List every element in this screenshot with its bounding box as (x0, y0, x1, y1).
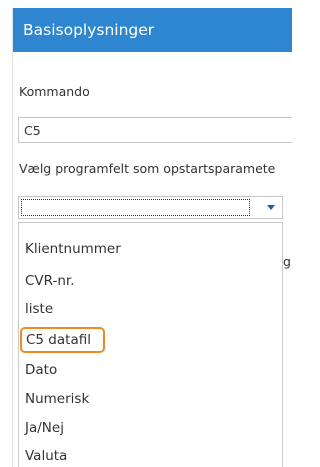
option-c5-datafil[interactable]: C5 datafil (20, 327, 105, 353)
option-liste[interactable]: liste (25, 301, 53, 317)
option-klientnummer[interactable]: Klientnummer (25, 241, 121, 257)
startup-parameter-label: Vælg programfelt som opstartsparamete (19, 161, 276, 176)
background-partial-text: gr (283, 254, 292, 269)
dropdown-options-list: Klientnummer CVR-nr. liste C5 datafil Da… (18, 222, 283, 467)
command-input[interactable] (18, 117, 292, 143)
startup-parameter-dropdown[interactable] (18, 196, 283, 219)
option-dato[interactable]: Dato (25, 362, 57, 378)
dropdown-focus-box (21, 199, 250, 216)
option-numerisk[interactable]: Numerisk (25, 391, 89, 407)
basic-info-panel: Basisoplysninger Kommando Vælg programfe… (12, 8, 292, 467)
panel-title: Basisoplysninger (13, 8, 292, 52)
command-label: Kommando (19, 84, 90, 99)
option-cvr-nr[interactable]: CVR-nr. (25, 273, 75, 289)
option-valuta[interactable]: Valuta (25, 448, 67, 464)
option-ja-nej[interactable]: Ja/Nej (25, 420, 64, 436)
chevron-down-icon[interactable] (267, 205, 275, 210)
